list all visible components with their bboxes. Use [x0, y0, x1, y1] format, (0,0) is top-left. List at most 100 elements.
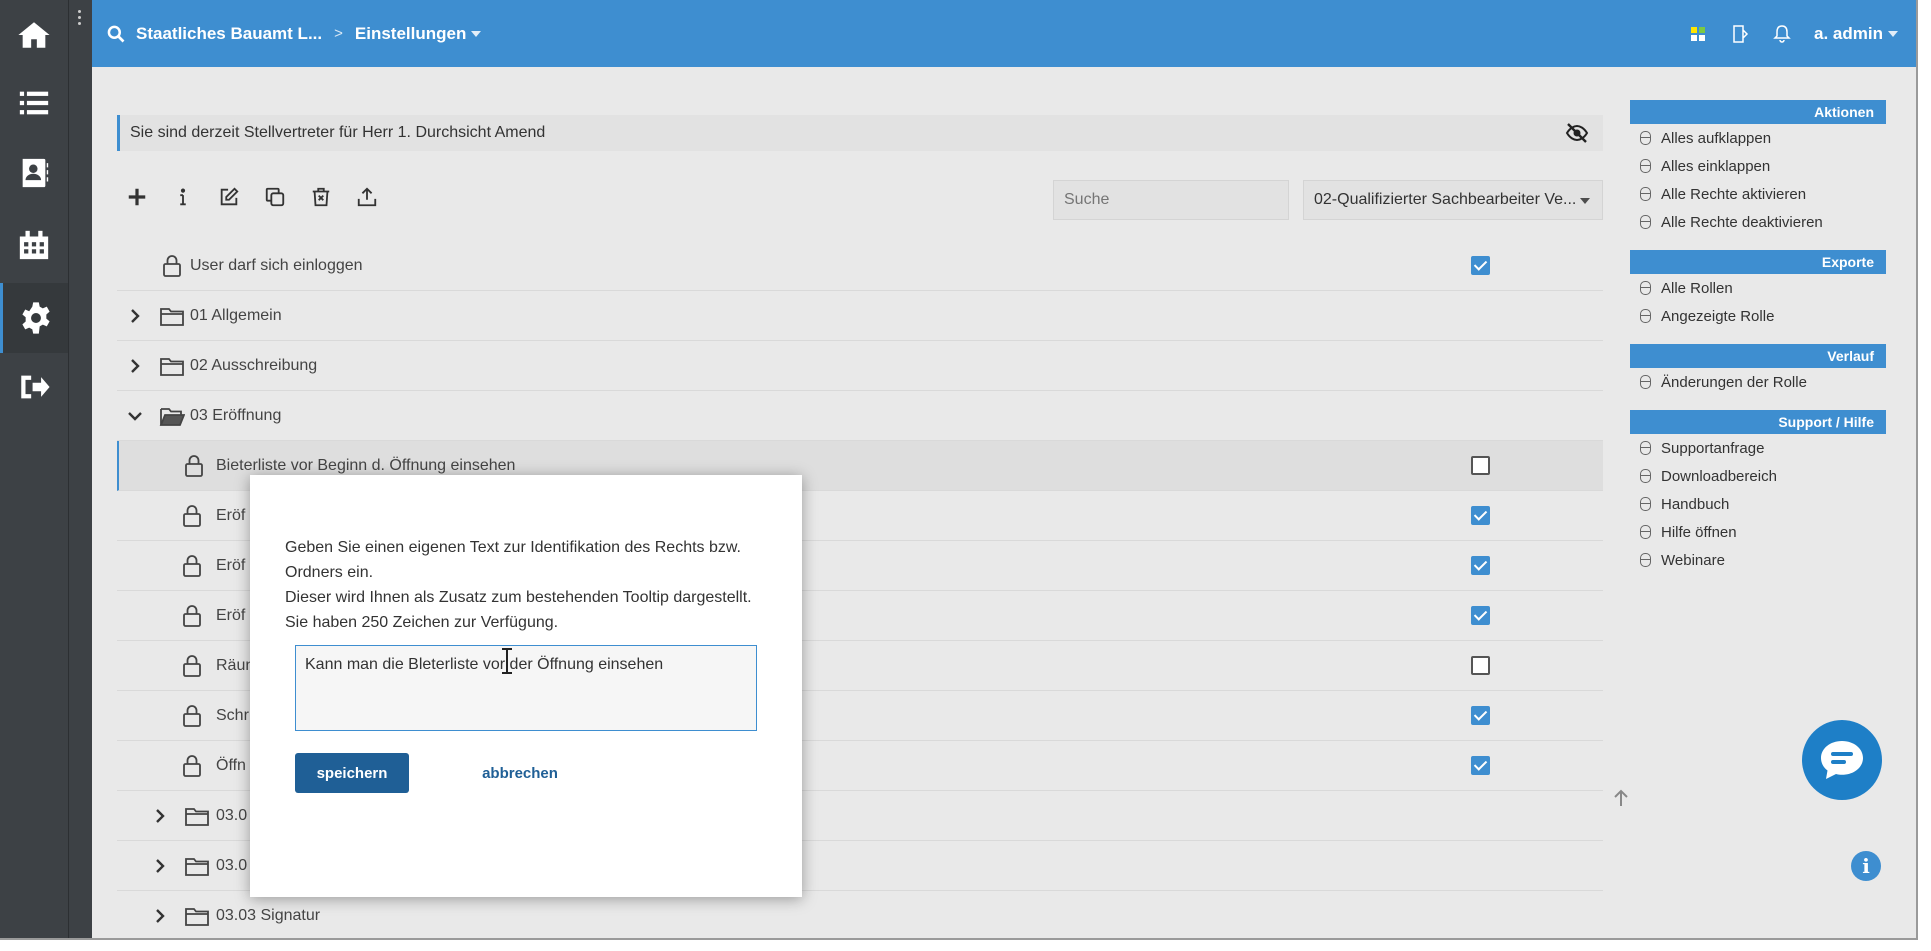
bell-icon[interactable]: [1772, 24, 1792, 44]
lock-icon: [179, 603, 205, 629]
signout-door-icon[interactable]: [1730, 24, 1750, 44]
chevron-down-icon: [1580, 198, 1590, 204]
delete-button[interactable]: [309, 185, 333, 209]
breadcrumb-separator-icon: >: [334, 25, 343, 42]
tree-row-label: 03.0: [216, 806, 248, 824]
tree-row[interactable]: 01 Allgemein: [117, 291, 1603, 341]
right-panel: Aktionen Alles aufklappen Alles einklapp…: [1630, 100, 1886, 588]
right-checkbox[interactable]: [1471, 556, 1490, 575]
lock-icon: [159, 253, 185, 279]
right-checkbox[interactable]: [1471, 706, 1490, 725]
sidebar-item-list[interactable]: [0, 68, 68, 138]
apps-icon[interactable]: [1688, 24, 1708, 44]
scroll-up-arrow-icon[interactable]: [1612, 788, 1630, 808]
role-select[interactable]: 02-Qualifizierter Sachbearbeiter Ve...: [1303, 180, 1603, 220]
chevron-down-icon: [471, 31, 482, 38]
copy-button[interactable]: [263, 185, 287, 209]
support-group: Support / Hilfe Supportanfrage Downloadb…: [1630, 410, 1886, 574]
right-checkbox[interactable]: [1471, 656, 1490, 675]
support-label: Supportanfrage: [1661, 439, 1765, 457]
chevron-right-icon[interactable]: [152, 858, 168, 874]
support-open-help[interactable]: Hilfe öffnen: [1630, 518, 1886, 546]
action-deactivate-all[interactable]: Alle Rechte deaktivieren: [1630, 208, 1886, 236]
tree-row-label: Eröf: [216, 556, 246, 574]
chevron-right-icon[interactable]: [152, 808, 168, 824]
export-button[interactable]: [355, 185, 379, 209]
user-menu[interactable]: a. admin: [1814, 24, 1898, 44]
home-icon: [18, 22, 50, 48]
support-request[interactable]: Supportanfrage: [1630, 434, 1886, 462]
support-label: Downloadbereich: [1661, 467, 1777, 485]
edit-icon: [220, 187, 239, 206]
add-button[interactable]: [125, 185, 149, 209]
sidebar: [0, 0, 68, 938]
support-label: Handbuch: [1661, 495, 1730, 513]
right-checkbox[interactable]: [1471, 606, 1490, 625]
mouse-icon: [1640, 497, 1651, 511]
folder-icon: [184, 903, 210, 929]
tree-row-label: Räun: [216, 656, 255, 674]
dialog-text-line: Sie haben 250 Zeichen zur Verfügung.: [285, 614, 559, 631]
tree-row[interactable]: 02 Ausschreibung: [117, 341, 1603, 391]
folder-icon: [184, 853, 210, 879]
action-collapse-all[interactable]: Alles einklappen: [1630, 152, 1886, 180]
export-shown-role[interactable]: Angezeigte Rolle: [1630, 302, 1886, 330]
tree-row[interactable]: 03 Eröffnung: [117, 391, 1603, 441]
right-checkbox[interactable]: [1471, 506, 1490, 525]
tree-row-label: Eröf: [216, 506, 246, 524]
folder-open-icon: [159, 403, 186, 429]
edit-button[interactable]: [217, 185, 241, 209]
actions-group: Aktionen Alles aufklappen Alles einklapp…: [1630, 100, 1886, 236]
lock-icon: [179, 703, 205, 729]
sidebar-item-calendar[interactable]: [0, 210, 68, 280]
history-role-changes[interactable]: Änderungen der Rolle: [1630, 368, 1886, 396]
right-checkbox[interactable]: [1471, 756, 1490, 775]
top-bar: Staatliches Bauamt L... > Einstellungen …: [92, 0, 1916, 67]
chevron-right-icon[interactable]: [152, 908, 168, 924]
sidebar-item-logout[interactable]: [0, 352, 68, 422]
export-all-roles[interactable]: Alle Rollen: [1630, 274, 1886, 302]
chevron-down-icon[interactable]: [127, 408, 143, 424]
right-checkbox[interactable]: [1471, 456, 1490, 475]
mouse-icon: [1640, 375, 1651, 389]
sidebar-item-contacts[interactable]: [0, 138, 68, 208]
lock-icon: [179, 753, 205, 779]
support-webinars[interactable]: Webinare: [1630, 546, 1886, 574]
sidebar-item-settings[interactable]: [0, 283, 68, 353]
chevron-right-icon[interactable]: [127, 358, 143, 374]
toolbar: [125, 185, 379, 209]
breadcrumb-settings[interactable]: Einstellungen: [355, 24, 482, 44]
export-label: Angezeigte Rolle: [1661, 307, 1775, 325]
tree-row[interactable]: 03.03 Signatur: [117, 891, 1603, 938]
user-name: a. admin: [1814, 23, 1883, 43]
tree-row-label: 03.03 Signatur: [216, 907, 321, 924]
chat-button[interactable]: [1802, 720, 1882, 800]
chevron-down-icon: [1888, 31, 1898, 38]
eye-slash-icon[interactable]: [1565, 122, 1589, 144]
action-activate-all[interactable]: Alle Rechte aktivieren: [1630, 180, 1886, 208]
save-button[interactable]: speichern: [295, 753, 409, 793]
sidebar-item-home[interactable]: [0, 0, 68, 70]
exports-group: Exporte Alle Rollen Angezeigte Rolle: [1630, 250, 1886, 330]
cancel-button[interactable]: abbrechen: [470, 753, 570, 793]
right-checkbox[interactable]: [1471, 256, 1490, 275]
support-downloads[interactable]: Downloadbereich: [1630, 462, 1886, 490]
search-input[interactable]: [1053, 180, 1289, 220]
search-icon[interactable]: [106, 24, 126, 44]
mouse-icon: [1640, 441, 1651, 455]
custom-text-input[interactable]: Kann man die Bleterliste vor der Öffnung…: [295, 645, 757, 731]
lock-icon: [179, 653, 205, 679]
dialog-text-line: Dieser wird Ihnen als Zusatz zum bestehe…: [285, 589, 752, 606]
info-circle-icon[interactable]: i: [1851, 851, 1881, 881]
action-expand-all[interactable]: Alles aufklappen: [1630, 124, 1886, 152]
chevron-right-icon[interactable]: [127, 308, 143, 324]
support-manual[interactable]: Handbuch: [1630, 490, 1886, 518]
info-button[interactable]: [171, 185, 195, 209]
deputy-notice: Sie sind derzeit Stellvertreter für Herr…: [117, 115, 1603, 151]
lock-icon: [181, 453, 207, 479]
breadcrumb-org[interactable]: Staatliches Bauamt L...: [136, 24, 322, 44]
tree-row[interactable]: User darf sich einloggen: [117, 241, 1603, 291]
support-label: Hilfe öffnen: [1661, 523, 1737, 541]
dialog-text-line: Geben Sie einen eigenen Text zur Identif…: [285, 539, 741, 556]
sidebar-resize-handle[interactable]: [68, 0, 92, 938]
